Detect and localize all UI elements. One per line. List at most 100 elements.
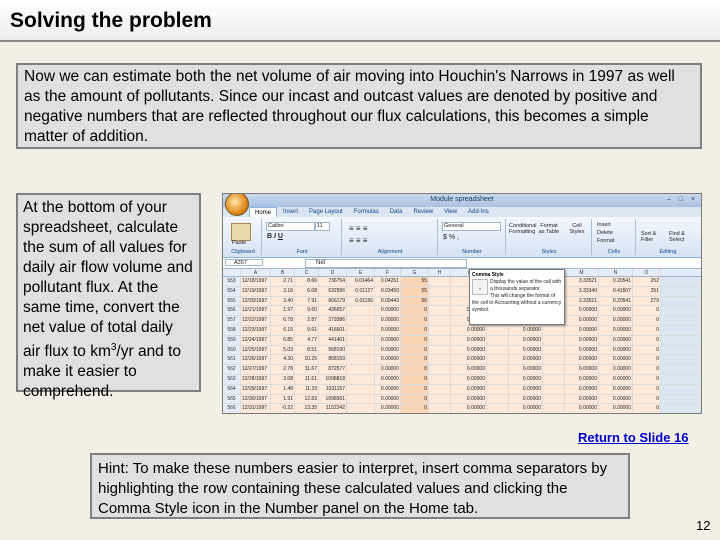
tab-home[interactable]: Home bbox=[249, 207, 278, 217]
table-cell[interactable] bbox=[429, 296, 451, 306]
table-cell[interactable]: 0 bbox=[633, 365, 661, 374]
table-cell[interactable]: 12/25/1997 bbox=[241, 345, 271, 355]
table-cell[interactable]: 0.00000 bbox=[451, 384, 487, 394]
table-cell[interactable] bbox=[487, 384, 509, 394]
tab-data[interactable]: Data bbox=[385, 207, 408, 217]
table-cell[interactable]: 0.00000 bbox=[599, 325, 633, 335]
format-as-table-button[interactable]: Format as Table bbox=[537, 223, 561, 235]
table-cell[interactable] bbox=[429, 325, 451, 335]
table-cell[interactable]: 0.00000 bbox=[599, 335, 633, 345]
table-cell[interactable]: 0 bbox=[401, 345, 429, 355]
table-cell[interactable]: 1.97 bbox=[271, 306, 295, 316]
table-cell[interactable]: 12/19/1997 bbox=[241, 286, 271, 296]
table-cell[interactable]: 0.03450 bbox=[375, 286, 401, 296]
table-row[interactable]: 563 12/28/1997 3.08 11.61 1098818 0.00000 0 0.0… bbox=[223, 374, 701, 385]
table-row[interactable]: 560 12/25/1997 5.03 8.51 568190 0.00000 0 0.000… bbox=[223, 345, 701, 356]
table-cell[interactable] bbox=[487, 355, 509, 365]
table-cell[interactable]: 12/31/1997 bbox=[241, 404, 271, 413]
table-cell[interactable]: 0 bbox=[401, 404, 429, 413]
table-cell[interactable] bbox=[429, 365, 451, 374]
row-number[interactable]: 563 bbox=[223, 374, 241, 384]
column-header[interactable]: G bbox=[401, 269, 429, 276]
table-cell[interactable]: 0.00000 bbox=[509, 404, 543, 413]
table-cell[interactable]: 0.00000 bbox=[451, 325, 487, 335]
table-cell[interactable]: 0.00000 bbox=[375, 404, 401, 413]
table-cell[interactable]: 12/30/1997 bbox=[241, 394, 271, 404]
table-cell[interactable]: 0.00000 bbox=[375, 306, 401, 316]
row-number[interactable]: 559 bbox=[223, 335, 241, 345]
table-cell[interactable]: 9.61 bbox=[295, 325, 319, 335]
table-cell[interactable]: 0.00000 bbox=[565, 374, 599, 384]
table-row[interactable]: 558 12/23/1997 6.15 9.61 416601 0.00000 0 0.000… bbox=[223, 325, 701, 336]
table-cell[interactable]: 6.08 bbox=[295, 286, 319, 296]
table-cell[interactable]: 0.00000 bbox=[451, 404, 487, 413]
table-cell[interactable]: 666179 bbox=[319, 296, 347, 306]
table-cell[interactable]: 0 bbox=[633, 404, 661, 413]
table-cell[interactable]: 0 bbox=[401, 335, 429, 345]
table-cell[interactable]: 0.00000 bbox=[599, 345, 633, 355]
table-cell[interactable]: 0.00000 bbox=[375, 394, 401, 404]
table-cell[interactable]: 12/27/1997 bbox=[241, 365, 271, 374]
table-cell[interactable]: 4.77 bbox=[295, 335, 319, 345]
table-cell[interactable] bbox=[543, 335, 565, 345]
table-cell[interactable]: 0.00000 bbox=[565, 316, 599, 325]
table-cell[interactable]: 0.00000 bbox=[375, 335, 401, 345]
row-number[interactable]: 554 bbox=[223, 286, 241, 296]
table-cell[interactable] bbox=[543, 325, 565, 335]
table-cell[interactable] bbox=[347, 345, 375, 355]
table-cell[interactable] bbox=[347, 394, 375, 404]
column-header[interactable]: D bbox=[319, 269, 347, 276]
table-row[interactable]: 556 12/21/1997 1.97 9.60 436657 0.00000 0 0.000… bbox=[223, 306, 701, 317]
table-cell[interactable]: 9.60 bbox=[295, 306, 319, 316]
column-header[interactable]: M bbox=[565, 269, 599, 276]
row-number[interactable]: 558 bbox=[223, 325, 241, 335]
table-cell[interactable] bbox=[429, 394, 451, 404]
table-cell[interactable]: 12/28/1997 bbox=[241, 374, 271, 384]
table-cell[interactable]: 0.01464 bbox=[347, 277, 375, 286]
table-cell[interactable] bbox=[543, 384, 565, 394]
table-cell[interactable]: 56 bbox=[401, 296, 429, 306]
table-cell[interactable]: 568190 bbox=[319, 345, 347, 355]
table-cell[interactable]: 13.35 bbox=[295, 404, 319, 413]
cell-styles-button[interactable]: Cell Styles bbox=[565, 223, 589, 235]
table-cell[interactable]: 3.08 bbox=[271, 374, 295, 384]
number-format-field[interactable]: General bbox=[442, 222, 501, 231]
table-cell[interactable]: 0.00000 bbox=[451, 394, 487, 404]
table-cell[interactable]: 2.87 bbox=[295, 316, 319, 325]
table-cell[interactable]: 0 bbox=[633, 325, 661, 335]
table-cell[interactable]: 3.33521 bbox=[565, 296, 599, 306]
table-row[interactable]: 566 12/31/1997 -0.22 13.35 1152242 0.00000 0 0.… bbox=[223, 404, 701, 413]
table-cell[interactable]: 10.25 bbox=[295, 355, 319, 365]
table-cell[interactable]: 251 bbox=[633, 286, 661, 296]
row-number[interactable]: 555 bbox=[223, 296, 241, 306]
table-cell[interactable]: 0.00000 bbox=[509, 394, 543, 404]
table-cell[interactable]: 0.00000 bbox=[599, 306, 633, 316]
table-cell[interactable]: 0 bbox=[633, 345, 661, 355]
table-cell[interactable] bbox=[487, 345, 509, 355]
table-cell[interactable]: 0.00000 bbox=[451, 355, 487, 365]
table-cell[interactable]: 0.00000 bbox=[509, 384, 543, 394]
table-cell[interactable] bbox=[347, 316, 375, 325]
table-cell[interactable] bbox=[487, 365, 509, 374]
table-row[interactable]: 562 12/27/1997 2.78 11.67 872577 0.00000 0 0.00… bbox=[223, 365, 701, 375]
table-cell[interactable]: 0.00000 bbox=[375, 365, 401, 374]
table-cell[interactable] bbox=[487, 325, 509, 335]
table-cell[interactable]: 12/18/1997 bbox=[241, 277, 271, 286]
align-icons[interactable]: ≡ ≡ ≡ bbox=[349, 224, 367, 233]
table-cell[interactable]: 0 bbox=[401, 374, 429, 384]
table-cell[interactable]: 3.33340 bbox=[565, 286, 599, 296]
table-cell[interactable]: 0 bbox=[633, 355, 661, 365]
tab-view[interactable]: View bbox=[439, 207, 462, 217]
table-cell[interactable]: 6.78 bbox=[271, 316, 295, 325]
table-cell[interactable]: 252 bbox=[633, 277, 661, 286]
table-cell[interactable] bbox=[429, 404, 451, 413]
table-cell[interactable]: 0 bbox=[401, 316, 429, 325]
table-cell[interactable]: 0.00000 bbox=[565, 394, 599, 404]
table-cell[interactable]: 0.00000 bbox=[509, 365, 543, 374]
table-cell[interactable]: 12/24/1997 bbox=[241, 335, 271, 345]
table-row[interactable]: 564 12/29/1997 1.48 11.33 1031157 0.00000 0 0.0… bbox=[223, 384, 701, 395]
table-cell[interactable]: 4.30 bbox=[271, 355, 295, 365]
table-cell[interactable]: 0.00000 bbox=[599, 365, 633, 374]
table-cell[interactable] bbox=[347, 306, 375, 316]
table-cell[interactable]: 0.00000 bbox=[599, 355, 633, 365]
